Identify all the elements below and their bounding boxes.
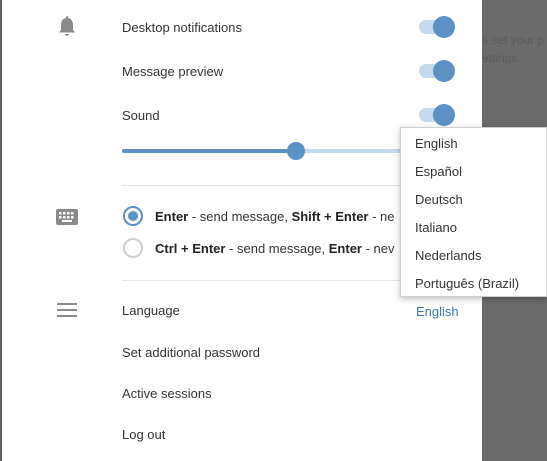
bell-icon xyxy=(57,16,77,41)
background-text-line: s set your p xyxy=(482,33,545,47)
language-dropdown: English Español Deutsch Italiano Nederla… xyxy=(400,127,547,297)
language-select[interactable]: English xyxy=(416,304,459,319)
hamburger-menu-icon xyxy=(57,303,77,320)
toggle-thumb xyxy=(433,60,455,82)
send-mode-enter-label[interactable]: Enter - send message, Shift + Enter - ne xyxy=(155,209,395,224)
keyboard-icon xyxy=(56,209,78,228)
volume-slider[interactable] xyxy=(122,141,422,161)
language-option-espanol[interactable]: Español xyxy=(415,164,462,179)
send-mode-ctrl-enter-radio[interactable] xyxy=(123,238,143,258)
language-option-deutsch[interactable]: Deutsch xyxy=(415,192,463,207)
slider-fill xyxy=(122,149,296,153)
background-text-line: ettings. xyxy=(482,51,521,65)
active-sessions-link[interactable]: Active sessions xyxy=(122,386,212,401)
desktop-notifications-label: Desktop notifications xyxy=(122,20,242,35)
language-option-nederlands[interactable]: Nederlands xyxy=(415,248,482,263)
sound-label: Sound xyxy=(122,108,160,123)
log-out-link[interactable]: Log out xyxy=(122,427,165,442)
language-option-english[interactable]: English xyxy=(415,136,458,151)
language-option-portugues-brazil[interactable]: Português (Brazil) xyxy=(415,276,519,291)
message-preview-toggle[interactable] xyxy=(419,60,455,82)
desktop-notifications-toggle[interactable] xyxy=(419,16,455,38)
slider-knob[interactable] xyxy=(287,142,305,160)
send-mode-enter-radio[interactable] xyxy=(123,206,143,226)
message-preview-label: Message preview xyxy=(122,64,224,79)
language-label: Language xyxy=(122,303,180,318)
language-option-italiano[interactable]: Italiano xyxy=(415,220,457,235)
toggle-thumb xyxy=(433,104,455,126)
toggle-thumb xyxy=(433,16,455,38)
send-mode-ctrl-enter-label[interactable]: Ctrl + Enter - send message, Enter - nev xyxy=(155,241,395,256)
sound-toggle[interactable] xyxy=(419,104,455,126)
set-password-link[interactable]: Set additional password xyxy=(122,345,260,360)
